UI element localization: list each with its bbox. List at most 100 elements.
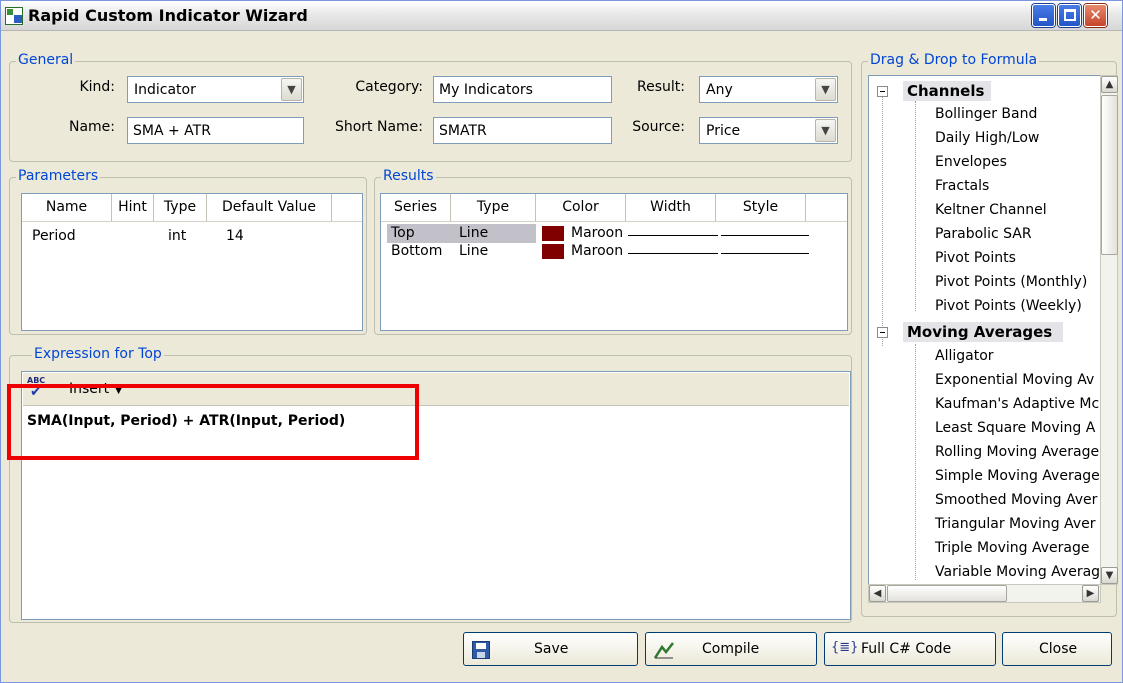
expression-title: Expression for Top	[32, 346, 164, 362]
tree-item[interactable]: Pivot Points (Monthly)	[935, 274, 1087, 290]
kind-select[interactable]: Indicator ▼	[127, 76, 304, 103]
kind-value: Indicator	[134, 82, 196, 98]
width-line	[628, 253, 718, 254]
tree-line	[915, 101, 916, 311]
general-title: General	[16, 52, 76, 68]
result-select[interactable]: Any ▼	[699, 76, 838, 103]
annotation-highlight	[7, 384, 419, 460]
parameters-title: Parameters	[16, 168, 101, 184]
dropdown-arrow-icon[interactable]: ▼	[815, 119, 836, 142]
code-icon: {≣}	[831, 640, 859, 655]
col-series[interactable]: Series	[381, 194, 451, 221]
minimize-icon	[1039, 18, 1047, 21]
window-title: Rapid Custom Indicator Wizard	[28, 6, 308, 25]
save-label: Save	[534, 641, 569, 657]
col-width[interactable]: Width	[626, 194, 716, 221]
source-select[interactable]: Price ▼	[699, 117, 838, 144]
result-color-cell[interactable]: Maroon	[571, 243, 623, 259]
param-name-cell[interactable]: Period	[32, 228, 76, 244]
tree-item[interactable]: Pivot Points (Weekly)	[935, 298, 1082, 314]
close-button[interactable]: Close	[1002, 632, 1112, 666]
results-list[interactable]: Series Type Color Width Style Top Line M…	[380, 193, 848, 331]
results-header: Series Type Color Width Style	[381, 194, 847, 222]
maximize-icon	[1064, 9, 1076, 21]
expander-minus-icon[interactable]	[877, 86, 888, 97]
col-hint[interactable]: Hint	[112, 194, 154, 221]
result-value: Any	[706, 82, 733, 98]
col-color[interactable]: Color	[536, 194, 626, 221]
title-bar[interactable]: Rapid Custom Indicator Wizard ✕	[1, 1, 1122, 31]
short-name-input[interactable]: SMATR	[433, 117, 612, 144]
style-line	[721, 235, 809, 236]
col-default-value[interactable]: Default Value	[207, 194, 332, 221]
result-color-cell[interactable]: Maroon	[571, 225, 623, 241]
full-code-label: Full C# Code	[861, 641, 952, 657]
close-label: Close	[1039, 641, 1078, 657]
scroll-thumb-horizontal[interactable]	[887, 585, 1007, 602]
app-icon	[5, 7, 23, 25]
formula-tree[interactable]: Channels Bollinger Band Daily High/Low E…	[868, 75, 1101, 585]
save-button[interactable]: Save	[463, 632, 638, 666]
name-input[interactable]: SMA + ATR	[127, 117, 304, 144]
tree-item[interactable]: Envelopes	[935, 154, 1007, 170]
tree-item[interactable]: Rolling Moving Average	[935, 444, 1099, 460]
tree-item[interactable]: Daily High/Low	[935, 130, 1039, 146]
scroll-left-button[interactable]: ◀	[869, 585, 886, 602]
tree-item[interactable]: Variable Moving Averag	[935, 564, 1100, 580]
minimize-button[interactable]	[1032, 4, 1055, 27]
result-series-cell[interactable]: Bottom	[391, 243, 442, 259]
scroll-up-button[interactable]: ▲	[1101, 76, 1118, 93]
maximize-button[interactable]	[1058, 4, 1081, 27]
scroll-down-button[interactable]: ▼	[1101, 567, 1118, 584]
compile-label: Compile	[702, 641, 760, 657]
tree-item[interactable]: Kaufman's Adaptive Mc	[935, 396, 1099, 412]
col-style[interactable]: Style	[716, 194, 806, 221]
dropdown-arrow-icon[interactable]: ▼	[281, 78, 302, 101]
result-type-cell[interactable]: Line	[459, 225, 488, 241]
source-value: Price	[706, 123, 741, 139]
col-type[interactable]: Type	[154, 194, 207, 221]
tree-item[interactable]: Fractals	[935, 178, 989, 194]
col-name[interactable]: Name	[22, 194, 112, 221]
col-type[interactable]: Type	[451, 194, 536, 221]
expander-minus-icon[interactable]	[877, 327, 888, 338]
tree-item[interactable]: Bollinger Band	[935, 106, 1037, 122]
scroll-right-button[interactable]: ▶	[1082, 585, 1099, 602]
result-type-cell[interactable]: Line	[459, 243, 488, 259]
close-window-button[interactable]: ✕	[1084, 4, 1107, 27]
category-input[interactable]: My Indicators	[433, 76, 612, 103]
save-icon	[472, 641, 490, 659]
compile-icon	[654, 642, 674, 659]
tree-item[interactable]: Keltner Channel	[935, 202, 1047, 218]
tree-item[interactable]: Triple Moving Average	[935, 540, 1090, 556]
result-series-cell[interactable]: Top	[391, 225, 415, 241]
close-icon: ✕	[1089, 6, 1102, 24]
parameters-list[interactable]: Name Hint Type Default Value Period int …	[21, 193, 363, 331]
category-label: Category:	[355, 79, 423, 95]
color-swatch[interactable]	[542, 226, 564, 241]
tree-line	[915, 344, 916, 580]
scroll-thumb[interactable]	[1101, 95, 1118, 255]
param-type-cell[interactable]: int	[168, 228, 186, 244]
wizard-window: Rapid Custom Indicator Wizard ✕ General …	[0, 0, 1123, 683]
tree-item[interactable]: Simple Moving Average	[935, 468, 1100, 484]
tree-item[interactable]: Pivot Points	[935, 250, 1016, 266]
tree-category-moving-averages[interactable]: Moving Averages	[907, 323, 1052, 341]
tree-category-channels[interactable]: Channels	[907, 82, 984, 100]
dropdown-arrow-icon[interactable]: ▼	[815, 78, 836, 101]
color-swatch[interactable]	[542, 244, 564, 259]
short-name-label: Short Name:	[334, 119, 423, 135]
width-line	[628, 235, 718, 236]
tree-item[interactable]: Parabolic SAR	[935, 226, 1032, 242]
tree-item[interactable]: Exponential Moving Av	[935, 372, 1094, 388]
full-code-button[interactable]: {≣} Full C# Code	[824, 632, 996, 666]
style-line	[721, 253, 809, 254]
tree-item[interactable]: Triangular Moving Aver	[935, 516, 1095, 532]
tree-item[interactable]: Smoothed Moving Aver	[935, 492, 1097, 508]
tree-line	[882, 96, 883, 346]
tree-item[interactable]: Alligator	[935, 348, 994, 364]
compile-button[interactable]: Compile	[645, 632, 817, 666]
tree-item[interactable]: Least Square Moving A	[935, 420, 1095, 436]
formula-title: Drag & Drop to Formula	[868, 52, 1040, 68]
param-default-cell[interactable]: 14	[226, 228, 244, 244]
